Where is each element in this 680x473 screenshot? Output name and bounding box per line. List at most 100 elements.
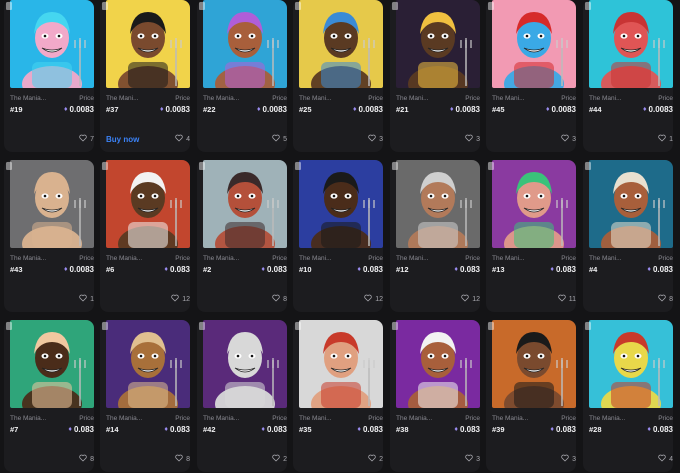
heart-icon	[175, 454, 183, 464]
nft-artwork[interactable]	[589, 0, 673, 88]
nft-artwork[interactable]	[299, 0, 383, 88]
price-label: Price	[368, 415, 383, 422]
price-label: Price	[465, 415, 480, 422]
nft-artwork[interactable]	[10, 160, 94, 248]
nft-card[interactable]: The Mania... Price #14 ♦ 0.083 8	[100, 320, 190, 472]
card-footer: 11	[492, 294, 576, 304]
like-button[interactable]: 3	[561, 134, 576, 144]
nft-card[interactable]: The Mani... Price #35 ♦ 0.083 2	[293, 320, 383, 472]
nft-artwork[interactable]	[106, 320, 190, 408]
like-button[interactable]: 4	[658, 454, 673, 464]
nft-card[interactable]: The Mania... Price #7 ♦ 0.083 8	[4, 320, 94, 472]
like-button[interactable]: 2	[368, 454, 383, 464]
card-footer: 5	[203, 134, 287, 144]
like-button[interactable]: 12	[364, 294, 383, 304]
nft-artwork[interactable]	[106, 160, 190, 248]
nft-artwork[interactable]	[106, 0, 190, 88]
nft-card[interactable]: The Mani... Price #13 ♦ 0.083 11	[486, 160, 576, 312]
card-footer: 12	[396, 294, 480, 304]
like-button[interactable]: 8	[658, 294, 673, 304]
like-button[interactable]: 5	[272, 134, 287, 144]
heart-icon	[368, 454, 376, 464]
nft-artwork[interactable]	[396, 0, 480, 88]
like-button[interactable]: 3	[561, 454, 576, 464]
nft-artwork[interactable]	[299, 320, 383, 408]
eth-icon: ♦	[647, 426, 651, 433]
nft-card[interactable]: The Mani... Price #4 ♦ 0.083 8	[583, 160, 673, 312]
collection-name: The Mani...	[299, 415, 332, 422]
nft-card[interactable]: The Mani... Price #25 ♦ 0.0083 3	[293, 0, 383, 152]
like-button[interactable]: 3	[368, 134, 383, 144]
nft-artwork[interactable]	[492, 160, 576, 248]
card-meta: The Mania... Price #2 ♦ 0.083	[203, 255, 287, 274]
nft-card[interactable]: The Mani... Price #45 ♦ 0.0083 3	[486, 0, 576, 152]
price-value: ♦ 0.083	[68, 425, 94, 434]
buy-now-button[interactable]: Buy now	[106, 135, 139, 144]
like-button[interactable]: 3	[465, 454, 480, 464]
price-label: Price	[79, 255, 94, 262]
heart-icon	[272, 454, 280, 464]
like-button[interactable]: 8	[272, 294, 287, 304]
nft-artwork[interactable]	[492, 0, 576, 88]
eth-icon: ♦	[68, 426, 72, 433]
like-count: 3	[476, 455, 480, 463]
price-amount: 0.083	[266, 265, 287, 274]
nft-card[interactable]: The Mani... Price #12 ♦ 0.083 12	[390, 160, 480, 312]
like-button[interactable]: 1	[658, 134, 673, 144]
like-button[interactable]: 7	[79, 134, 94, 144]
eth-icon: ♦	[642, 106, 647, 113]
token-id: #12	[396, 265, 409, 274]
price-value: ♦ 0.0083	[64, 265, 94, 274]
like-count: 1	[90, 295, 94, 303]
price-value: ♦ 0.083	[454, 425, 480, 434]
like-button[interactable]: 2	[272, 454, 287, 464]
nft-artwork[interactable]	[589, 160, 673, 248]
like-button[interactable]: 8	[79, 454, 94, 464]
price-amount: 0.083	[169, 265, 190, 274]
nft-card[interactable]: The Mania... Price #42 ♦ 0.083 2	[197, 320, 287, 472]
nft-card[interactable]: The Mani... Price #37 ♦ 0.0083 Buy now 4	[100, 0, 190, 152]
price-label: Price	[561, 95, 576, 102]
token-id: #6	[106, 265, 115, 274]
like-button[interactable]: 12	[461, 294, 480, 304]
like-button[interactable]: 8	[175, 454, 190, 464]
card-footer: 8	[589, 294, 673, 304]
like-button[interactable]: 4	[175, 134, 190, 144]
price-amount: 0.0083	[165, 105, 190, 114]
like-button[interactable]: 3	[465, 134, 480, 144]
collection-badge-icon	[295, 2, 301, 10]
nft-card[interactable]: The Mania... Price #19 ♦ 0.0083 7	[4, 0, 94, 152]
nft-card[interactable]: The Mania... Price #38 ♦ 0.083 3	[390, 320, 480, 472]
nft-artwork[interactable]	[203, 0, 287, 88]
like-count: 7	[90, 135, 94, 143]
like-button[interactable]: 12	[171, 294, 190, 304]
collection-name: The Mania...	[10, 415, 47, 422]
card-footer: 4	[589, 454, 673, 464]
nft-card[interactable]: The Mani... Price #10 ♦ 0.083 12	[293, 160, 383, 312]
nft-card[interactable]: The Mania... Price #43 ♦ 0.0083 1	[4, 160, 94, 312]
token-id: #37	[106, 105, 119, 114]
nft-artwork[interactable]	[492, 320, 576, 408]
nft-card[interactable]: The Mani... Price #44 ♦ 0.0083 1	[583, 0, 673, 152]
card-footer: 8	[203, 294, 287, 304]
nft-artwork[interactable]	[589, 320, 673, 408]
nft-artwork[interactable]	[10, 0, 94, 88]
nft-artwork[interactable]	[396, 320, 480, 408]
nft-card[interactable]: The Mania... Price #6 ♦ 0.083 12	[100, 160, 190, 312]
nft-card[interactable]: The Mania... Price #28 ♦ 0.083 4	[583, 320, 673, 472]
like-button[interactable]: 1	[79, 294, 94, 304]
price-label: Price	[272, 255, 287, 262]
nft-artwork[interactable]	[396, 160, 480, 248]
nft-card[interactable]: The Mania... Price #22 ♦ 0.0083 5	[197, 0, 287, 152]
nft-artwork[interactable]	[203, 160, 287, 248]
nft-artwork[interactable]	[10, 320, 94, 408]
nft-card[interactable]: The Mania... Price #2 ♦ 0.083 8	[197, 160, 287, 312]
card-footer: 3	[492, 454, 576, 464]
like-button[interactable]: 11	[558, 294, 576, 304]
price-amount: 0.0083	[69, 105, 94, 114]
nft-card[interactable]: The Mani... Price #21 ♦ 0.0083 3	[390, 0, 480, 152]
nft-artwork[interactable]	[299, 160, 383, 248]
price-value: ♦ 0.083	[261, 425, 287, 434]
nft-card[interactable]: The Mania... Price #39 ♦ 0.083 3	[486, 320, 576, 472]
nft-artwork[interactable]	[203, 320, 287, 408]
